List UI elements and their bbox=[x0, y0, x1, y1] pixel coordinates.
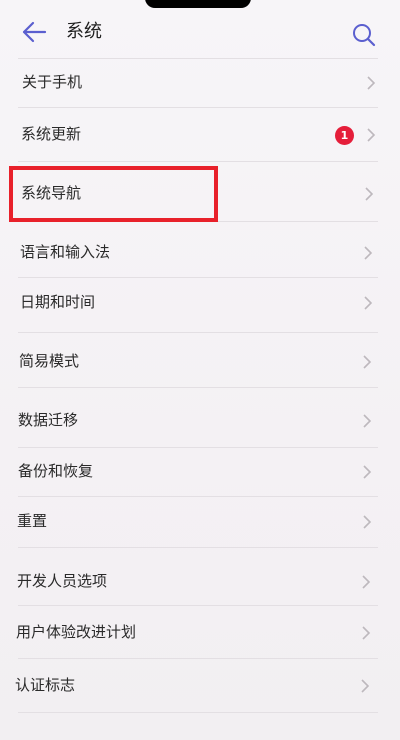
settings-item-label: 用户体验改进计划 bbox=[16, 623, 137, 641]
row-divider bbox=[18, 332, 378, 333]
row-divider bbox=[18, 161, 378, 162]
highlight-annotation-box bbox=[9, 166, 218, 222]
chevron-right-icon bbox=[364, 296, 373, 310]
page-title: 系统 bbox=[66, 21, 102, 42]
settings-item-label: 关于手机 bbox=[22, 73, 83, 91]
settings-item-label: 重置 bbox=[17, 512, 48, 530]
settings-item-user-experience-program[interactable]: 用户体验改进计划 bbox=[0, 613, 385, 653]
chevron-right-icon bbox=[361, 679, 370, 693]
chevron-right-icon bbox=[364, 246, 373, 260]
chevron-right-icon bbox=[363, 465, 372, 479]
row-divider bbox=[18, 712, 378, 713]
settings-item-label: 简易模式 bbox=[19, 352, 80, 370]
settings-item-label: 日期和时间 bbox=[20, 293, 96, 311]
row-divider bbox=[18, 547, 378, 548]
chevron-right-icon bbox=[367, 128, 376, 142]
update-count-badge: 1 bbox=[335, 126, 354, 145]
settings-item-data-migration[interactable]: 数据迁移 bbox=[0, 401, 385, 441]
row-divider bbox=[18, 447, 378, 448]
back-arrow-icon bbox=[22, 21, 47, 43]
settings-item-backup-restore[interactable]: 备份和恢复 bbox=[0, 452, 385, 492]
chevron-right-icon bbox=[363, 414, 372, 428]
chevron-right-icon bbox=[363, 515, 372, 529]
row-divider bbox=[18, 658, 378, 659]
settings-item-date-time[interactable]: 日期和时间 bbox=[0, 283, 385, 323]
search-button[interactable] bbox=[350, 21, 378, 49]
chevron-right-icon bbox=[367, 76, 376, 90]
settings-item-about-phone[interactable]: 关于手机 bbox=[0, 63, 385, 103]
settings-item-language-input[interactable]: 语言和输入法 bbox=[0, 233, 385, 273]
settings-item-label: 数据迁移 bbox=[18, 411, 79, 429]
header-divider bbox=[18, 58, 378, 59]
back-button[interactable] bbox=[20, 20, 48, 44]
settings-screen: 系统 关于手机 系统更新 1 系统导航 语言和输入法 日期和时间 简易模式 数据… bbox=[0, 0, 400, 740]
settings-item-label: 开发人员选项 bbox=[17, 572, 108, 590]
chevron-right-icon bbox=[362, 575, 371, 589]
search-icon bbox=[353, 24, 376, 47]
settings-item-label: 系统更新 bbox=[21, 125, 82, 143]
settings-item-developer-options[interactable]: 开发人员选项 bbox=[0, 562, 385, 602]
chevron-right-icon bbox=[363, 355, 372, 369]
app-header: 系统 bbox=[0, 0, 400, 58]
settings-item-simple-mode[interactable]: 简易模式 bbox=[0, 342, 385, 382]
row-divider bbox=[18, 277, 378, 278]
settings-item-label: 备份和恢复 bbox=[18, 462, 94, 480]
settings-item-system-update[interactable]: 系统更新 1 bbox=[0, 115, 385, 155]
settings-item-label: 认证标志 bbox=[15, 676, 76, 694]
row-divider bbox=[18, 496, 378, 497]
settings-item-certification-marks[interactable]: 认证标志 bbox=[0, 666, 385, 706]
settings-item-label: 语言和输入法 bbox=[20, 243, 111, 261]
row-divider bbox=[18, 107, 378, 108]
chevron-right-icon bbox=[362, 626, 371, 640]
chevron-right-icon bbox=[365, 187, 374, 201]
row-divider bbox=[18, 605, 378, 606]
settings-item-reset[interactable]: 重置 bbox=[0, 502, 385, 542]
row-divider bbox=[18, 387, 378, 388]
